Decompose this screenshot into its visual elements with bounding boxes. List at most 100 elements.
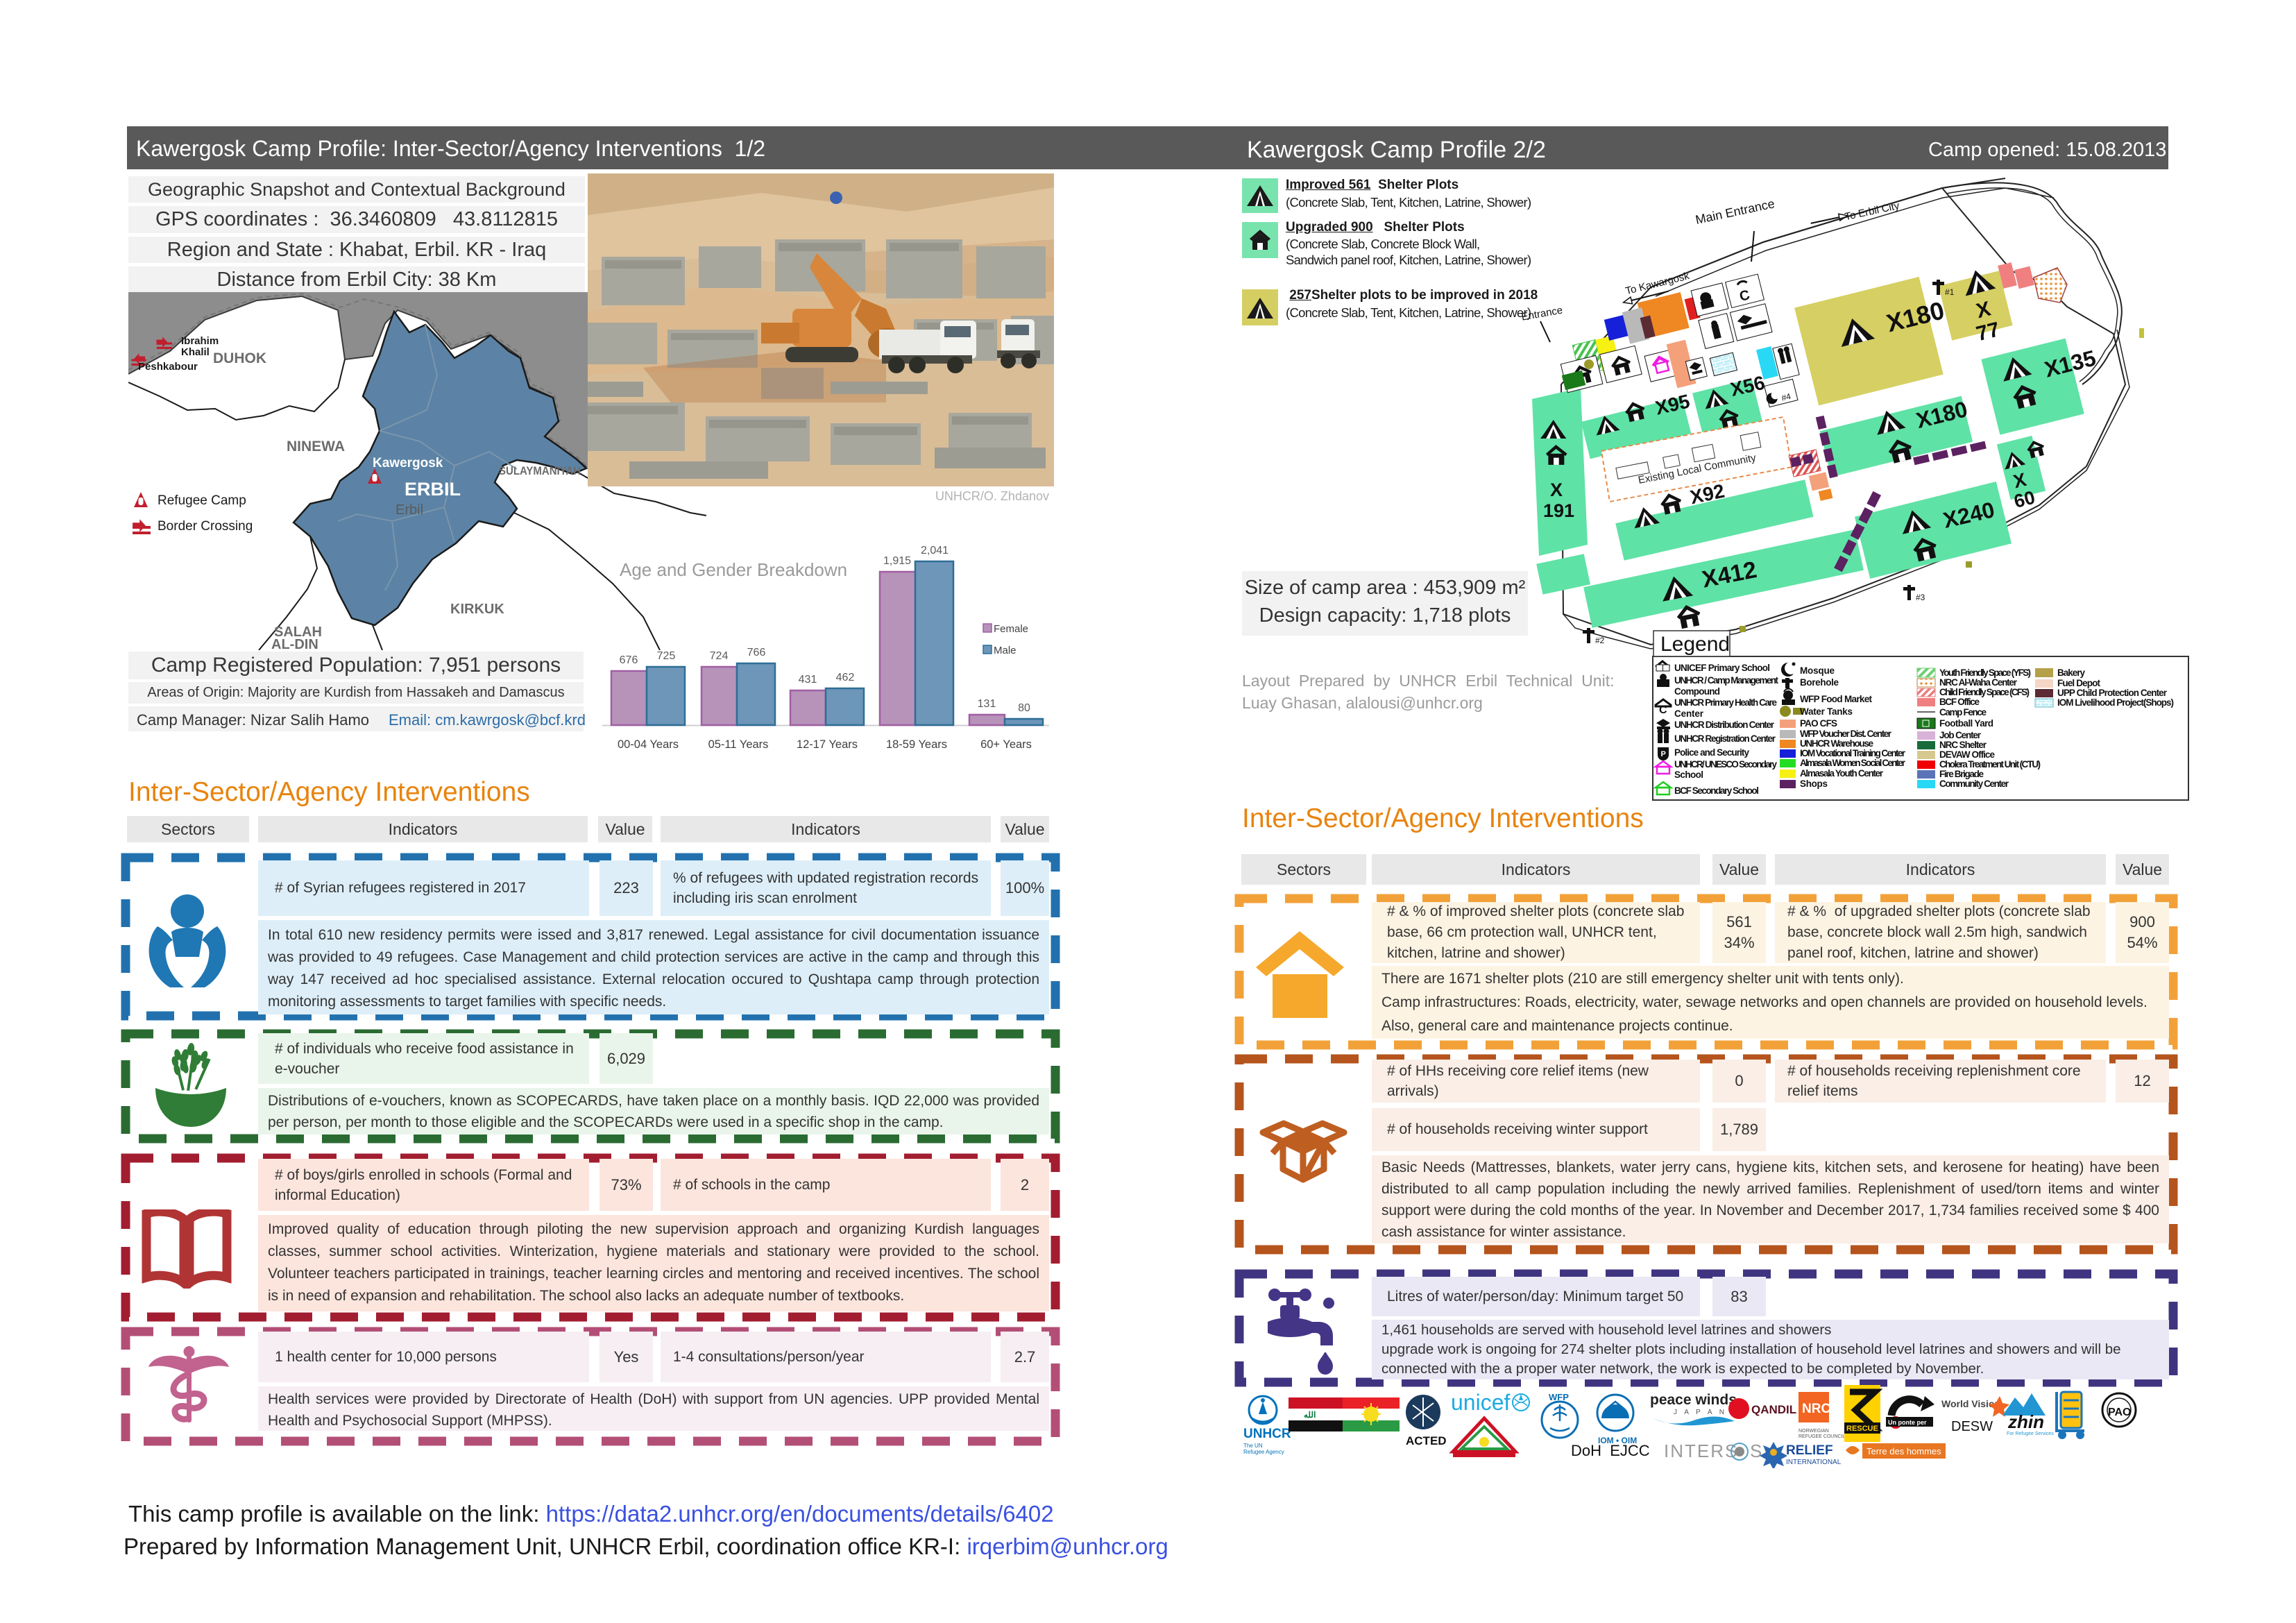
svg-text:766: 766	[747, 647, 766, 658]
svg-text:Child Friendly Space (CFS): Child Friendly Space (CFS)	[1939, 687, 2030, 697]
svg-text:Khalil: Khalil	[181, 346, 210, 358]
svg-text:18-59 Years: 18-59 Years	[886, 738, 947, 751]
svg-text:Entrance: Entrance	[1520, 305, 1563, 323]
svg-text:Refugee Agency: Refugee Agency	[1243, 1449, 1284, 1455]
svg-text:For Refugee Services: For Refugee Services	[2007, 1431, 2054, 1436]
svg-text:Cholera Treatment Unit (CTU): Cholera Treatment Unit (CTU)	[1939, 759, 2041, 770]
svg-text:2,041: 2,041	[921, 545, 949, 556]
svg-text:UNICEF Primary School: UNICEF Primary School	[1674, 663, 1770, 673]
svg-text:RELIEF: RELIEF	[1786, 1443, 1833, 1458]
svg-text:Peshkabour: Peshkabour	[138, 361, 198, 373]
svg-text:DoH EJCC: DoH EJCC	[1571, 1442, 1650, 1459]
svg-text:Community Center: Community Center	[1939, 779, 2009, 789]
svg-text:Border Crossing: Border Crossing	[158, 519, 253, 534]
svg-text:unicef: unicef	[1451, 1390, 1511, 1415]
svg-text:724: 724	[710, 650, 729, 662]
svg-text:Male: Male	[994, 645, 1017, 656]
svg-text:Mosque: Mosque	[1800, 665, 1835, 676]
svg-text:World Vision: World Vision	[1941, 1398, 2000, 1409]
svg-text:1,915: 1,915	[883, 555, 911, 567]
svg-text:Erbil: Erbil	[396, 502, 423, 518]
svg-text:60+ Years: 60+ Years	[980, 738, 1032, 751]
svg-text:Borehole: Borehole	[1800, 677, 1839, 688]
svg-text:To Erbil City: To Erbil City	[1844, 200, 1900, 223]
svg-text:676: 676	[620, 654, 638, 666]
svg-text:05-11 Years: 05-11 Years	[708, 738, 769, 751]
svg-text:Camp Fence: Camp Fence	[1939, 707, 1987, 717]
svg-text:Youth Friendly Space (YFS): Youth Friendly Space (YFS)	[1939, 668, 2031, 678]
svg-text:UNHCR / Camp Management: UNHCR / Camp Management	[1674, 675, 1779, 686]
svg-text:REFUGEE COUNCIL: REFUGEE COUNCIL	[1798, 1434, 1845, 1439]
svg-text:UNHCR: UNHCR	[1243, 1427, 1291, 1441]
svg-text:ACTED: ACTED	[1406, 1434, 1447, 1447]
svg-text:191: 191	[1543, 500, 1574, 521]
svg-text:Shops: Shops	[1800, 779, 1828, 789]
svg-text:C: C	[1659, 704, 1667, 716]
svg-text:Fuel Depot: Fuel Depot	[2057, 678, 2101, 688]
svg-text:Age and Gender Breakdown: Age and Gender Breakdown	[620, 559, 847, 580]
svg-text:peace winds: peace winds	[1650, 1392, 1737, 1408]
svg-text:IOM Livelihood Project(Shops): IOM Livelihood Project(Shops)	[2057, 697, 2174, 708]
svg-text:UNHCR/ UNESCO Secondary: UNHCR/ UNESCO Secondary	[1674, 759, 1777, 770]
svg-text:NRC: NRC	[1802, 1402, 1830, 1416]
svg-text:BCF Secondary School: BCF Secondary School	[1674, 785, 1759, 796]
svg-text:#2: #2	[1595, 636, 1605, 645]
svg-text:Legend: Legend	[1660, 633, 1730, 656]
svg-text:WFP Voucher Dist. Center: WFP Voucher Dist. Center	[1800, 729, 1892, 739]
svg-text:AL-DIN: AL-DIN	[271, 637, 318, 650]
svg-text:DESW: DESW	[1951, 1419, 1993, 1434]
svg-text:BCF Office: BCF Office	[1939, 697, 1980, 707]
svg-text:NRC Al-Waha Center: NRC Al-Waha Center	[1939, 677, 2018, 688]
svg-text:Football Yard: Football Yard	[1939, 718, 1993, 729]
svg-text:IOM Vocational Training Center: IOM Vocational Training Center	[1800, 748, 1906, 758]
svg-text:Refugee Camp: Refugee Camp	[158, 493, 246, 508]
svg-text:PAO CFS: PAO CFS	[1800, 718, 1837, 729]
svg-text:431: 431	[799, 674, 817, 686]
svg-text:The UN: The UN	[1243, 1443, 1263, 1449]
svg-text:RESCUE: RESCUE	[1846, 1425, 1878, 1433]
svg-text:ERBIL: ERBIL	[405, 479, 461, 500]
svg-text:UNHCR Distribution Center: UNHCR Distribution Center	[1674, 720, 1775, 730]
svg-text:Kawergosk: Kawergosk	[373, 456, 443, 470]
svg-text:X56: X56	[1728, 372, 1767, 400]
svg-text:DEVAW Office: DEVAW Office	[1939, 749, 1995, 760]
svg-text:#3: #3	[1916, 593, 1925, 602]
svg-text:Main Entrance: Main Entrance	[1694, 196, 1776, 227]
svg-text:Female: Female	[994, 623, 1028, 635]
svg-text:Job Center: Job Center	[1939, 730, 1982, 740]
svg-text:12-17 Years: 12-17 Years	[797, 738, 858, 751]
svg-text:Water Tanks: Water Tanks	[1800, 706, 1853, 717]
svg-text:Almasala Women Social Center: Almasala Women Social Center	[1800, 758, 1906, 768]
svg-text:School: School	[1674, 770, 1703, 780]
svg-text:zhin: zhin	[2007, 1411, 2044, 1432]
svg-text:UNHCR Warehouse: UNHCR Warehouse	[1800, 738, 1873, 749]
svg-text:UPP Child Protection Center: UPP Child Protection Center	[2057, 688, 2168, 698]
svg-text:80: 80	[1018, 702, 1030, 714]
svg-text:NORWEGIAN: NORWEGIAN	[1798, 1429, 1829, 1434]
svg-text:131: 131	[978, 698, 996, 710]
svg-text:Almasala Youth Center: Almasala Youth Center	[1800, 768, 1884, 779]
svg-text:KIRKUK: KIRKUK	[450, 602, 504, 617]
svg-text:INTERNATIONAL: INTERNATIONAL	[1786, 1459, 1842, 1466]
svg-text:DUHOK: DUHOK	[213, 350, 266, 366]
svg-text:00-04 Years: 00-04 Years	[618, 738, 679, 751]
svg-text:Fire Brigade: Fire Brigade	[1939, 769, 1984, 779]
svg-text:X: X	[1550, 479, 1563, 500]
svg-text:Ibrahim: Ibrahim	[181, 335, 219, 347]
svg-text:INTERS: INTERS	[1664, 1441, 1738, 1461]
svg-text:NINEWA: NINEWA	[287, 439, 345, 454]
svg-text:725: 725	[657, 650, 676, 662]
svg-text:Un ponte per: Un ponte per	[1888, 1419, 1927, 1426]
svg-text:J A P A N: J A P A N	[1674, 1409, 1727, 1416]
svg-text:To Kawargosk: To Kawargosk	[1624, 270, 1691, 297]
svg-text:S: S	[1750, 1441, 1762, 1461]
svg-text:UNHCR Primary Health Care: UNHCR Primary Health Care	[1674, 697, 1777, 708]
svg-text:PAO: PAO	[2108, 1407, 2131, 1418]
svg-text:P: P	[1661, 750, 1666, 758]
svg-text:Center: Center	[1674, 708, 1704, 719]
svg-text:462: 462	[836, 672, 855, 683]
svg-text:Compound: Compound	[1674, 686, 1720, 697]
svg-text:Police and Security: Police and Security	[1674, 747, 1749, 758]
svg-text:SULAYMANIYAH: SULAYMANIYAH	[499, 464, 581, 477]
svg-text:الله: الله	[1304, 1410, 1316, 1420]
